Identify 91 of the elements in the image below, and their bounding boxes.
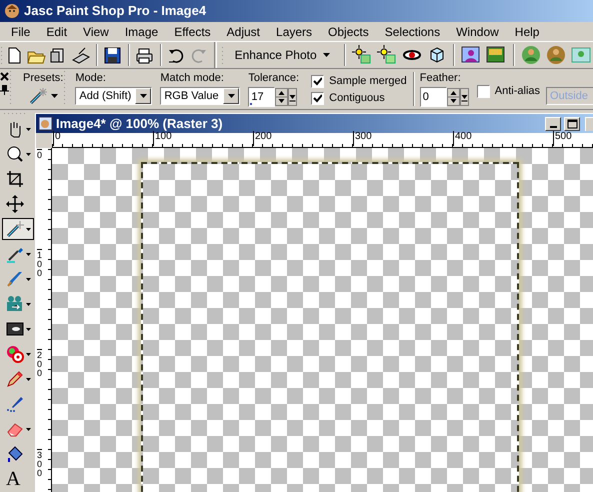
minimize-icon [550,126,556,128]
airbrush-icon [6,395,24,413]
slider-popout-icon[interactable] [288,88,298,106]
dropdown-arrow-icon [26,252,31,256]
spin-arrows-icon[interactable] [446,88,460,106]
ruler-label: 400 [453,131,472,146]
feather-label: Feather: [420,71,462,85]
scanner-icon [71,46,90,64]
pin-icon [0,85,9,95]
ruler-label: 100 [37,249,42,278]
menu-item[interactable]: Adjust [220,22,266,40]
sun-photo-icon [376,45,397,65]
brush-icon [6,270,24,288]
ruler-label: 200 [37,349,42,378]
sample-merged-checkbox[interactable] [311,75,324,88]
fill-icon [6,445,24,463]
image-window-title: Image4* @ 100% (Raster 3) [56,114,224,132]
contiguous-checkbox[interactable] [311,92,324,105]
ruler-corner [36,133,52,148]
minimize-button[interactable] [545,116,561,130]
color-wheel-icon [6,345,24,363]
enhance-photo-button[interactable]: Enhance Photo [224,44,340,66]
wand-tool-button[interactable] [2,218,34,240]
dropdown-arrow-icon [26,328,31,330]
person-avatar-icon [546,45,566,65]
sun-photo-icon [352,45,372,65]
mode-label: Mode: [75,71,107,85]
ruler-label: 500 [553,131,572,146]
maximize-button[interactable] [564,116,580,130]
sample-merged-label: Sample merged [329,74,407,90]
person-circle-icon [520,45,541,65]
clone-icon [6,295,24,313]
ruler-label: 100 [153,131,172,146]
menu-item[interactable]: Layers [270,22,318,40]
rectangle-icon [6,320,24,338]
framed-picture-icon [570,45,591,65]
zoom-icon [6,145,24,163]
ruler-label: 200 [253,131,272,146]
ruler-label: 0 [53,131,61,146]
image-document-icon [38,116,53,131]
spin-arrows-icon[interactable] [275,88,288,106]
landscape-grid-icon [486,45,506,65]
presets-label: Presets: [23,71,64,85]
save-icon [103,46,122,64]
dropdown-arrow-icon [26,428,31,430]
ruler-label: 300 [353,131,372,146]
match-mode-dropdown[interactable]: RGB Value [160,87,240,105]
slider-popout-icon[interactable] [460,88,469,106]
dropdown-arrow-icon [26,278,31,280]
dropdown-arrow-icon [26,302,31,306]
anti-alias-checkbox[interactable] [476,85,490,98]
window-title: Jasc Paint Shop Pro - Image4 [24,2,206,20]
dropdown-arrow-icon [26,378,31,380]
menu-item[interactable]: Image [118,22,164,40]
move-icon [6,195,24,213]
magic-wand-icon [6,220,24,238]
dropdown-arrow-icon [26,228,31,230]
ruler-label: 0 [37,149,42,160]
menu-item[interactable]: Edit [40,22,74,40]
print-icon [135,46,154,64]
app-logo-icon [4,3,20,19]
dropper-icon [6,245,24,263]
contiguous-label: Contiguous [329,91,385,106]
portrait-icon [461,45,482,65]
menu-item[interactable]: View [77,22,115,40]
menu-item[interactable]: Help [508,22,546,40]
menu-item[interactable]: Effects [168,22,217,40]
maximize-icon [566,118,578,129]
pencil-icon [6,370,24,388]
ruler-label: 300 [37,449,42,478]
tolerance-label: Tolerance: [248,71,300,85]
mode-dropdown[interactable]: Add (Shift) [75,87,152,105]
dropdown-arrow-icon [322,53,330,57]
dropdown-arrow-icon [26,352,31,356]
dropdown-arrow-icon [26,152,31,156]
magic-wand-icon [29,87,47,105]
close-icon [0,72,9,81]
dropdown-arrow-icon [228,94,235,98]
text-tool-button[interactable]: A [2,468,34,490]
dropdown-arrow-icon [140,94,147,98]
dropdown-arrow-icon [51,94,58,98]
tolerance-field[interactable]: 17 [248,87,276,107]
menu-item[interactable]: Objects [322,22,375,40]
dropdown-arrow-icon [26,128,31,130]
crop-icon [6,170,24,188]
menu-item[interactable]: Window [450,22,505,40]
match-mode-label: Match mode: [160,71,225,85]
menu-item[interactable]: Selections [378,22,446,40]
anti-alias-label: Anti-alias [494,84,540,100]
feather-field[interactable]: 0 [420,87,447,107]
menu-item[interactable]: File [5,22,36,40]
